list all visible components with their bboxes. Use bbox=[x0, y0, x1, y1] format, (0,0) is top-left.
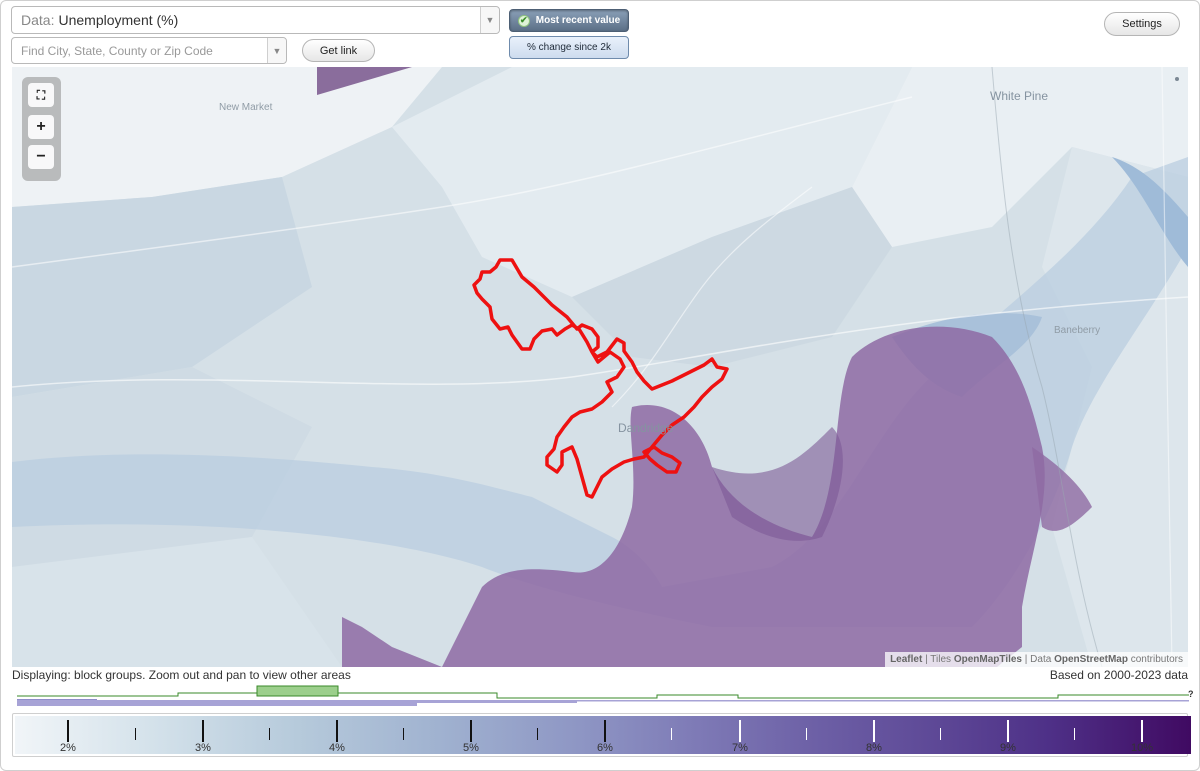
legend-tick bbox=[739, 720, 741, 742]
attribution-leaflet-link[interactable]: Leaflet bbox=[890, 654, 922, 665]
legend-label-6: 6% bbox=[597, 742, 613, 754]
legend-label-4: 4% bbox=[329, 742, 345, 754]
legend-tick bbox=[604, 720, 606, 742]
get-link-button[interactable]: Get link bbox=[302, 39, 375, 62]
attribution-data-prefix: Data bbox=[1030, 654, 1052, 665]
map-label-baneberry: Baneberry bbox=[1054, 325, 1101, 336]
legend-tick bbox=[202, 720, 204, 742]
check-icon: ✔ bbox=[517, 14, 530, 27]
most-recent-label: Most recent value bbox=[535, 15, 621, 26]
histogram bbox=[17, 685, 1189, 706]
legend-gradient: 2% 3% 4% 5% 6% 7% 8% 9% 10% bbox=[15, 716, 1191, 754]
data-select-prefix: Data: bbox=[21, 12, 55, 28]
legend-tick bbox=[67, 720, 69, 742]
legend-label-7: 7% bbox=[732, 742, 748, 754]
legend-label-9: 9% bbox=[1000, 742, 1016, 754]
chevron-down-icon[interactable]: ▼ bbox=[480, 7, 499, 33]
legend-label-8: 8% bbox=[866, 742, 882, 754]
map-canvas[interactable] bbox=[12, 67, 1188, 667]
location-search-input[interactable]: Find City, State, County or Zip Code ▼ bbox=[11, 37, 287, 64]
legend-tick bbox=[940, 728, 941, 740]
legend-label-2: 2% bbox=[60, 742, 76, 754]
color-legend: 2% 3% 4% 5% 6% 7% 8% 9% 10% bbox=[12, 713, 1191, 757]
histogram-help-icon[interactable]: ? bbox=[1188, 689, 1194, 699]
map-label-white-pine: White Pine bbox=[990, 89, 1049, 103]
zoom-in-button[interactable]: + bbox=[28, 115, 54, 139]
legend-label-5: 5% bbox=[463, 742, 479, 754]
data-select-value: Unemployment (%) bbox=[58, 12, 179, 28]
zoom-out-button[interactable]: − bbox=[28, 145, 54, 169]
legend-tick bbox=[1141, 720, 1143, 742]
legend-tick bbox=[1007, 720, 1009, 742]
legend-tick bbox=[336, 720, 338, 742]
data-range-note: Based on 2000-2023 data bbox=[1049, 668, 1188, 682]
legend-tick bbox=[135, 728, 136, 740]
map-view[interactable]: ⛶ + − New Market White Pine Baneberry Da… bbox=[12, 67, 1188, 667]
chevron-down-icon[interactable]: ▼ bbox=[267, 38, 286, 63]
map-label-dandridge: Dandridge bbox=[618, 421, 674, 435]
legend-label-10: 10% bbox=[1130, 742, 1154, 754]
fullscreen-icon[interactable]: ⛶ bbox=[28, 83, 54, 107]
legend-tick bbox=[1074, 728, 1075, 740]
legend-label-3: 3% bbox=[195, 742, 211, 754]
legend-tick bbox=[470, 720, 472, 742]
legend-tick bbox=[537, 728, 538, 740]
attribution-suffix: contributors bbox=[1130, 654, 1183, 665]
attribution-tiles-link[interactable]: OpenMapTiles bbox=[954, 654, 1022, 665]
zoom-control: ⛶ + − bbox=[22, 77, 61, 181]
legend-tick bbox=[671, 728, 672, 740]
search-placeholder: Find City, State, County or Zip Code bbox=[21, 43, 213, 58]
display-note: Displaying: block groups. Zoom out and p… bbox=[12, 668, 351, 682]
map-label-new-market: New Market bbox=[219, 102, 273, 113]
data-select[interactable]: Data: Unemployment (%) ▼ bbox=[11, 6, 500, 34]
legend-tick bbox=[269, 728, 270, 740]
legend-tick bbox=[873, 720, 875, 742]
legend-tick bbox=[403, 728, 404, 740]
attribution-osm-link[interactable]: OpenStreetMap bbox=[1054, 654, 1128, 665]
attribution-tiles-prefix: Tiles bbox=[930, 654, 952, 665]
legend-tick bbox=[806, 728, 807, 740]
map-attribution: Leaflet | Tiles OpenMapTiles | Data Open… bbox=[885, 652, 1188, 667]
most-recent-value-toggle[interactable]: ✔ Most recent value bbox=[509, 9, 629, 32]
pct-change-toggle[interactable]: % change since 2k bbox=[509, 36, 629, 59]
settings-button[interactable]: Settings bbox=[1104, 12, 1180, 36]
